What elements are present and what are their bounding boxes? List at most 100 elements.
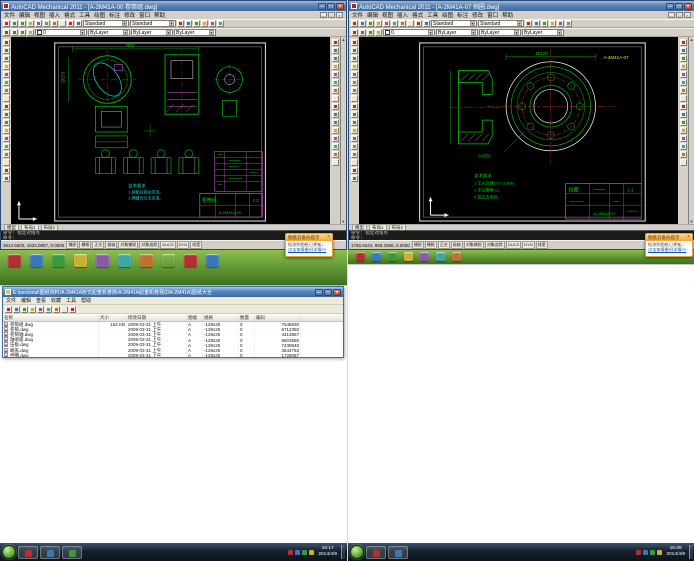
toolbar-icon[interactable] [541,20,548,27]
popup-link[interactable]: 点击查看备份详情>> [648,247,690,252]
tool-icon[interactable] [331,47,339,54]
toolbar-icon[interactable] [217,20,224,27]
tray-icon[interactable] [309,549,315,555]
linetype-combo[interactable]: ByLayer ▾ [479,29,521,36]
taskbar-clock[interactable]: 16:28 2014/4/9 [664,546,687,558]
drawing-canvas[interactable]: 850 Ø273 技术要求 1.装配后转动灵活。 2.焊缝均匀无夹渣。 卷筒组 … [11,37,330,224]
tool-icon[interactable] [2,87,10,94]
column-header[interactable]: 名称 [3,314,99,321]
desktop-icon[interactable] [30,254,43,267]
status-toggle[interactable]: DUCS [505,241,522,249]
toolbar-icon[interactable] [177,20,184,27]
tray-icon[interactable] [295,549,301,555]
tray-icon[interactable] [302,549,308,555]
toolbar-icon[interactable] [375,20,382,27]
tool-icon[interactable] [350,39,358,46]
tool-icon[interactable] [679,143,687,150]
menu-item[interactable]: 视图 [34,11,45,19]
minimize-button[interactable]: — [666,2,674,10]
toolbar-icon[interactable] [423,20,430,27]
toolbar-icon[interactable] [37,305,44,313]
toolbar-icon[interactable] [35,20,42,27]
show-desktop-button[interactable] [341,545,345,559]
menu-item[interactable]: 绘图 [442,11,453,19]
tool-icon[interactable] [350,79,358,86]
maximize-button[interactable]: □ [327,2,335,10]
toolbar-icon[interactable] [533,20,540,27]
column-header[interactable]: 大小 [99,314,127,321]
desktop-icon[interactable] [52,254,65,267]
menu-item[interactable]: 标注 [109,11,120,19]
tool-icon[interactable] [331,127,339,134]
tool-icon[interactable] [679,135,687,142]
tool-icon[interactable] [350,151,358,158]
tool-icon[interactable] [2,47,10,54]
status-toggle[interactable]: 线宽 [535,241,548,249]
column-header[interactable]: 修改日期 [127,314,187,321]
toolbar-icon[interactable] [367,29,374,36]
desktop-icon[interactable] [420,252,429,261]
tool-icon[interactable] [2,159,10,166]
tool-icon[interactable] [331,119,339,126]
scroll-up-icon[interactable]: ▲ [342,37,346,42]
desktop-icon[interactable] [206,254,219,267]
taskbar-app[interactable] [62,545,82,559]
tool-icon[interactable] [679,103,687,110]
toolbar-icon[interactable] [201,20,208,27]
status-toggle[interactable]: 对象捕捉 [118,241,139,249]
desktop-icon[interactable] [118,254,131,267]
tool-icon[interactable] [331,63,339,70]
status-toggle[interactable]: DYN [176,241,190,249]
maximize-button[interactable]: □ [675,2,683,10]
menu-item[interactable]: 帮助 [502,11,513,19]
toolbar-icon[interactable] [59,20,66,27]
status-toggle[interactable]: 对象捕捉 [463,241,484,249]
file-manager-titlebar[interactable]: E:\personal\图纸资料\A-2M41A桥式起重机卷扬\A-2M41A起… [3,287,343,297]
menu-item[interactable]: 格式 [64,11,75,19]
toolbar-icon[interactable] [3,29,10,36]
tool-icon[interactable] [679,159,687,166]
tool-icon[interactable] [679,119,687,126]
tool-icon[interactable] [350,87,358,94]
status-toggle[interactable]: 正交 [437,241,450,249]
menu-item[interactable]: 工具 [427,11,438,19]
toolbar-icon[interactable] [67,20,74,27]
menu-item[interactable]: 编辑 [367,11,378,19]
tool-icon[interactable] [331,135,339,142]
menu-item[interactable]: 窗口 [139,11,150,19]
toolbar-icon[interactable] [69,305,76,313]
toolbar-icon[interactable] [375,29,382,36]
tool-icon[interactable] [679,151,687,158]
column-header[interactable]: 规格 [203,314,239,321]
toolbar-icon[interactable] [359,29,366,36]
tool-icon[interactable] [331,159,339,166]
toolbar-icon[interactable] [407,20,414,27]
tool-icon[interactable] [350,119,358,126]
file-list[interactable]: 卷筒组.dwg 162 KB 2009-03-31 上午 A -128x25 0 75489… [3,322,343,357]
menu-item[interactable]: 修改 [124,11,135,19]
toolbar-icon[interactable] [27,20,34,27]
menu-item[interactable]: 文件 [4,11,15,19]
style-combo[interactable]: Standard ▾ [431,20,477,27]
minimize-button[interactable]: — [318,2,326,10]
toolbar-icon[interactable] [185,20,192,27]
toolbar-icon[interactable] [21,305,28,313]
toolbar-icon[interactable] [399,20,406,27]
tool-icon[interactable] [2,135,10,142]
status-toggle[interactable]: DUCS [160,241,176,249]
start-button[interactable] [350,545,364,559]
toolbar-icon[interactable] [557,20,564,27]
drawing-canvas[interactable]: Ø420 8-Ø26 A-2M41A-07 技术要求 1.正火处理170-210… [359,37,678,224]
toolbar-icon[interactable] [53,305,60,313]
tool-icon[interactable] [2,71,10,78]
style2-combo[interactable]: Standard ▾ [478,20,524,27]
toolbar-icon[interactable] [5,305,12,313]
tool-icon[interactable] [2,63,10,70]
desktop-icon[interactable] [140,254,153,267]
tray-icon[interactable] [643,549,649,555]
taskbar-app[interactable] [366,545,386,559]
tool-icon[interactable] [331,143,339,150]
menu-item[interactable]: 编辑 [21,297,31,304]
tool-icon[interactable] [2,55,10,62]
minimize-button[interactable]: — [315,288,323,296]
